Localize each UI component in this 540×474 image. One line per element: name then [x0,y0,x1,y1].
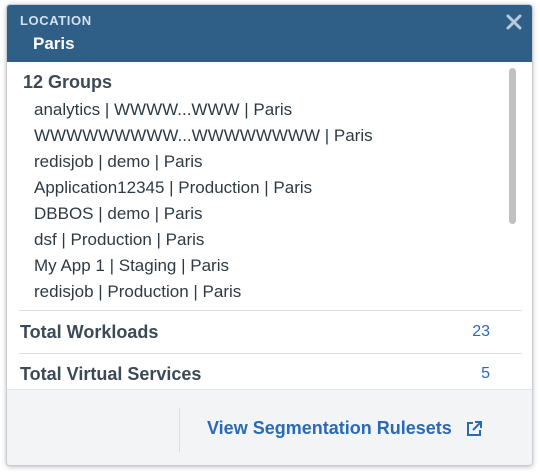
scrollbar-thumb[interactable] [509,68,516,224]
close-button[interactable] [505,13,523,31]
list-item: WWWWWWWWW...WWWWWWWW | Paris [34,126,373,145]
total-workloads-label: Total Workloads [20,321,159,342]
popup-header: LOCATION Paris [7,5,532,62]
location-name: Paris [33,34,75,53]
total-virtual-services-value[interactable]: 5 [481,365,490,383]
external-link-icon [466,420,482,436]
total-virtual-services-label: Total Virtual Services [20,363,202,384]
link-label: View Segmentation Rulesets [207,418,452,438]
list-item: redisjob | Production | Paris [34,282,242,301]
popup-content[interactable]: 12 Groups analytics | WWWW...WWW | Paris… [7,62,532,389]
divider [19,310,522,311]
popup-footer: View Segmentation Rulesets [7,389,532,465]
location-popup: LOCATION Paris 12 Groups analytics | WWW… [6,4,533,466]
list-item: DBBOS | demo | Paris [34,204,203,223]
total-workloads-value[interactable]: 23 [472,323,490,341]
list-item: My App 1 | Staging | Paris [34,256,229,275]
total-virtual-services-row: Total Virtual Services 5 [20,356,490,389]
close-icon [506,14,522,30]
footer-divider [179,408,180,452]
divider [19,353,522,354]
total-workloads-row: Total Workloads 23 [20,314,490,350]
list-item: redisjob | demo | Paris [34,152,203,171]
list-item: dsf | Production | Paris [34,230,205,249]
list-item: analytics | WWWW...WWW | Paris [34,100,293,119]
group-list: analytics | WWWW...WWW | Paris WWWWWWWWW… [34,97,373,305]
groups-title: 12 Groups [23,72,113,92]
view-segmentation-rulesets-link[interactable]: View Segmentation Rulesets [207,418,483,439]
header-label: LOCATION [20,13,92,28]
list-item: Application12345 | Production | Paris [34,178,313,197]
